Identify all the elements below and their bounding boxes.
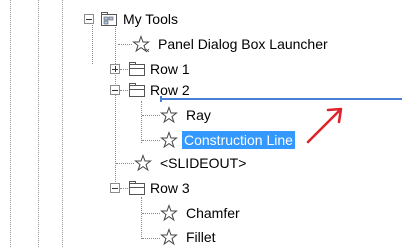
- tree-node-label: Panel Dialog Box Launcher: [158, 36, 328, 52]
- tree-node-label: Chamfer: [186, 205, 240, 221]
- drop-position-indicator: [160, 98, 402, 100]
- tree-node-my-tools[interactable]: My Tools: [84, 9, 204, 29]
- tree-node-panel-dialog-box-launcher[interactable]: Panel Dialog Box Launcher: [132, 34, 362, 54]
- panel-row-icon: [128, 60, 146, 78]
- tree-guide-line: [62, 0, 63, 247]
- tool-palette-folder-icon: [100, 10, 118, 28]
- tree-connector: [141, 197, 142, 239]
- tree-guide-line: [10, 0, 11, 247]
- tree-connector: [115, 20, 116, 190]
- tree-connector: [116, 163, 134, 164]
- customize-tree: My Tools Panel Dialog Box Launcher Row 1: [0, 0, 402, 247]
- tree-connector: [142, 140, 160, 141]
- command-star-icon: [160, 131, 178, 149]
- tree-node-label: Row 1: [150, 61, 190, 77]
- collapse-toggle-icon[interactable]: [110, 85, 120, 95]
- red-arrow-annotation: [306, 107, 343, 144]
- panel-row-icon: [128, 81, 146, 99]
- command-star-icon: [132, 35, 150, 53]
- tree-connector: [142, 238, 160, 239]
- command-star-icon: [134, 154, 152, 172]
- tree-node-label-selected: Construction Line: [182, 131, 295, 149]
- tree-node-label: <SLIDEOUT>: [160, 155, 247, 171]
- tree-guide-line: [38, 0, 39, 247]
- collapse-toggle-icon[interactable]: [84, 14, 94, 24]
- tree-node-label: My Tools: [123, 11, 178, 27]
- tree-node-ray[interactable]: Ray: [160, 105, 240, 125]
- tree-node-construction-line[interactable]: Construction Line: [160, 130, 310, 150]
- drop-position-indicator-cap: [160, 96, 162, 102]
- tree-node-row3[interactable]: Row 3: [110, 178, 210, 198]
- command-star-icon: [160, 228, 178, 246]
- tree-connector: [142, 213, 160, 214]
- command-star-icon: [160, 106, 178, 124]
- tree-node-row1[interactable]: Row 1: [110, 59, 210, 79]
- tree-connector: [141, 101, 142, 143]
- tree-node-fillet[interactable]: Fillet: [160, 227, 260, 247]
- tree-node-label: Fillet: [186, 229, 216, 245]
- panel-row-icon: [128, 179, 146, 197]
- tree-node-label: Row 3: [150, 180, 190, 196]
- tree-connector: [118, 44, 132, 45]
- tree-connector: [142, 115, 160, 116]
- expand-toggle-icon[interactable]: [110, 64, 120, 74]
- tree-node-label: Ray: [186, 107, 211, 123]
- tree-node-slideout[interactable]: <SLIDEOUT>: [134, 153, 274, 173]
- collapse-toggle-icon[interactable]: [110, 183, 120, 193]
- tree-node-label: Row 2: [150, 82, 190, 98]
- command-star-icon: [160, 204, 178, 222]
- tree-node-chamfer[interactable]: Chamfer: [160, 203, 260, 223]
